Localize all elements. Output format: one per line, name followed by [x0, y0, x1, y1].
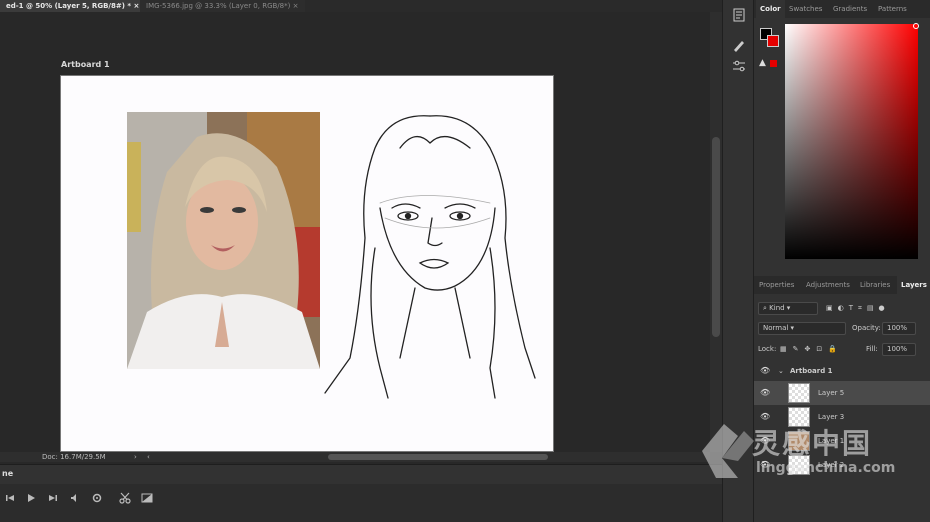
doc-size-readout[interactable]: Doc: 16.7M/29.5M [42, 452, 106, 462]
settings-gear-icon[interactable] [90, 491, 104, 505]
visibility-eye-icon[interactable]: 👁 [760, 359, 770, 383]
color-picker-field[interactable] [785, 24, 918, 259]
canvas-vertical-scrollbar[interactable] [710, 12, 722, 452]
gamut-warning-swatch[interactable] [770, 60, 777, 67]
tab-properties[interactable]: Properties [759, 276, 794, 294]
layer-row[interactable]: 👁 Layer 5 [754, 381, 930, 405]
timeline-panel [0, 484, 722, 522]
tab-swatches[interactable]: Swatches [789, 0, 822, 18]
audio-icon[interactable] [67, 491, 81, 505]
timeline-tab[interactable]: ne [0, 465, 13, 483]
play-icon[interactable] [24, 491, 38, 505]
watermark-brand-url: lingganchina.com [756, 460, 896, 476]
tab-close-icon[interactable]: × [293, 2, 299, 10]
go-to-first-frame-icon[interactable] [3, 491, 17, 505]
reference-photo-image [127, 112, 320, 369]
blend-mode-select[interactable]: Normal ▾ [758, 322, 846, 335]
tab-img-5366[interactable]: IMG-5366.jpg @ 33.3% (Layer 0, RGB/8*) × [140, 0, 305, 12]
split-scissors-icon[interactable] [118, 491, 132, 505]
fill-input[interactable]: 100% [882, 343, 916, 356]
color-picker-handle[interactable] [913, 23, 919, 29]
layer-kind-filter[interactable]: ⌕ Kind ▾ [758, 302, 818, 315]
step-forward-icon[interactable] [46, 491, 60, 505]
gamut-warning-icon[interactable]: ▲ [759, 58, 766, 68]
vertical-scroll-thumb[interactable] [712, 137, 720, 337]
status-menu-arrow-icon[interactable]: › [134, 452, 137, 462]
scroll-left-arrow-icon[interactable]: ‹ [147, 452, 150, 462]
brush-settings-icon[interactable] [730, 36, 748, 54]
tab-active-document[interactable]: ed-1 @ 50% (Layer 5, RGB/8#) * × [0, 0, 140, 12]
watermark-brand-cn: 灵感中国 [752, 427, 873, 460]
tab-close-icon[interactable]: × [133, 2, 139, 10]
layers-panel-tabs: Properties Adjustments Libraries Layers [754, 276, 930, 294]
opacity-input[interactable]: 100% [882, 322, 916, 335]
tab-patterns[interactable]: Patterns [878, 0, 907, 18]
adjustments-sliders-icon[interactable] [730, 57, 748, 75]
expand-chevron-icon[interactable]: ⌄ [778, 359, 784, 383]
tab-layers[interactable]: Layers [897, 276, 930, 294]
tab-libraries[interactable]: Libraries [860, 276, 890, 294]
layer-name: Layer 5 [818, 389, 845, 397]
tab-adjustments[interactable]: Adjustments [806, 276, 850, 294]
horizontal-scroll-thumb[interactable] [328, 454, 548, 460]
artboard-label[interactable]: Artboard 1 [61, 60, 110, 69]
transition-icon[interactable] [140, 491, 154, 505]
lock-label: Lock: [758, 345, 777, 353]
portrait-sketch-drawing [324, 115, 536, 399]
fill-label: Fill: [866, 345, 878, 353]
reference-photo[interactable] [127, 112, 320, 369]
layer-group-artboard[interactable]: 👁 ⌄ Artboard 1 [754, 359, 930, 383]
timeline-header: ne [0, 464, 722, 484]
portrait-sketch[interactable] [320, 108, 550, 406]
layer-thumbnail [788, 383, 810, 403]
tab-color[interactable]: Color [756, 0, 785, 18]
document-tab-bar: ed-1 @ 50% (Layer 5, RGB/8#) * × IMG-536… [0, 0, 722, 12]
status-bar: Doc: 16.7M/29.5M › ‹ [0, 452, 710, 462]
opacity-label: Opacity: [852, 324, 881, 332]
lock-options-icons[interactable]: ▦✎✥⊡🔒 [780, 343, 843, 356]
layer-name: Artboard 1 [790, 367, 833, 375]
visibility-eye-icon[interactable]: 👁 [760, 381, 770, 405]
color-panel-tabs: Color Swatches Gradients Patterns [754, 0, 930, 18]
background-color-swatch[interactable] [767, 35, 779, 47]
tab-gradients[interactable]: Gradients [833, 0, 867, 18]
history-icon[interactable] [730, 6, 748, 24]
layer-filter-icons[interactable]: ▣◐T⌗▤● [826, 302, 890, 315]
watermark-logo: 灵感中国 lingganchina.com [694, 416, 930, 486]
